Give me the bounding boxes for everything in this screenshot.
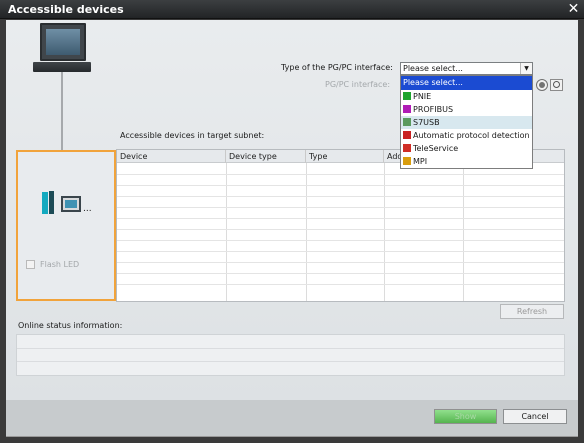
network-purple-icon xyxy=(403,105,411,113)
option-please-select[interactable]: Please select... xyxy=(401,76,532,90)
usb-icon xyxy=(403,118,411,126)
flash-led-checkbox[interactable] xyxy=(26,259,35,269)
table-row[interactable] xyxy=(117,274,564,285)
online-status-label: Online status information: xyxy=(18,321,123,330)
pgpc-interface-label: PG/PC interface: xyxy=(325,80,391,89)
flash-led-label: Flash LED xyxy=(40,259,80,269)
table-row[interactable] xyxy=(117,175,564,186)
table-row[interactable] xyxy=(117,241,564,252)
option-label: MPI xyxy=(413,157,428,166)
refresh-button[interactable]: Refresh xyxy=(500,304,564,319)
table-row[interactable] xyxy=(117,285,564,296)
option-teleservice[interactable]: TeleService xyxy=(401,142,532,155)
status-divider xyxy=(17,348,564,349)
target-device-panel: ... Flash LED xyxy=(16,150,116,301)
close-icon[interactable]: ✕ xyxy=(566,2,581,17)
plc-display-icon xyxy=(61,196,81,212)
show-button[interactable]: Show xyxy=(434,409,497,424)
network-red-icon xyxy=(403,131,411,139)
table-row[interactable] xyxy=(117,197,564,208)
table-row[interactable] xyxy=(117,252,564,263)
plc-ellipsis-icon: ... xyxy=(83,204,92,214)
option-s7usb[interactable]: S7USB xyxy=(401,116,532,129)
pc-screen xyxy=(46,29,80,55)
title-bar: Accessible devices ✕ xyxy=(0,0,584,19)
option-label: Please select... xyxy=(403,78,463,87)
column-device[interactable]: Device xyxy=(117,150,226,163)
option-mpi[interactable]: MPI xyxy=(401,155,532,168)
cancel-button[interactable]: Cancel xyxy=(503,409,567,424)
table-row[interactable] xyxy=(117,186,564,197)
pc-monitor-icon xyxy=(40,23,86,61)
plc-module-icon xyxy=(49,191,54,214)
column-device-type[interactable]: Device type xyxy=(226,150,306,163)
table-row[interactable] xyxy=(117,263,564,274)
pgpc-type-dropdown[interactable]: Please select... PNIE PROFIBUS S7USB Aut… xyxy=(400,75,533,169)
column-type[interactable]: Type xyxy=(306,150,384,163)
network-green-icon xyxy=(403,92,411,100)
option-pnie[interactable]: PNIE xyxy=(401,90,532,103)
flash-led-control[interactable]: Flash LED xyxy=(26,259,79,269)
pgpc-type-select[interactable]: Please select... ▼ xyxy=(400,62,533,75)
option-label: PNIE xyxy=(413,92,432,101)
connect-icon[interactable] xyxy=(536,79,548,91)
online-status-panel xyxy=(16,334,565,376)
chevron-down-icon[interactable]: ▼ xyxy=(520,63,532,74)
subnet-title: Accessible devices in target subnet: xyxy=(120,131,265,140)
option-label: S7USB xyxy=(413,118,440,127)
option-label: Automatic protocol detection xyxy=(413,131,530,140)
status-divider xyxy=(17,361,564,362)
pgpc-type-value: Please select... xyxy=(403,64,463,73)
pc-keyboard-icon xyxy=(33,62,91,72)
pgpc-type-label: Type of the PG/PC interface: xyxy=(281,63,393,72)
option-label: TeleService xyxy=(413,144,459,153)
plc-icon xyxy=(42,192,48,214)
interface-actions xyxy=(536,79,563,91)
device-table[interactable]: Device Device type Type Add xyxy=(116,149,565,302)
search-icon[interactable] xyxy=(550,79,563,91)
table-row[interactable] xyxy=(117,219,564,230)
table-row[interactable] xyxy=(117,208,564,219)
network-red-icon xyxy=(403,144,411,152)
dialog-title: Accessible devices xyxy=(8,3,124,16)
accessible-devices-dialog: Accessible devices ✕ ... Flash LED Type … xyxy=(0,0,584,443)
table-row[interactable] xyxy=(117,230,564,241)
option-profibus[interactable]: PROFIBUS xyxy=(401,103,532,116)
option-label: PROFIBUS xyxy=(413,105,454,114)
option-automatic-protocol-detection[interactable]: Automatic protocol detection xyxy=(401,129,532,142)
network-yellow-icon xyxy=(403,157,411,165)
